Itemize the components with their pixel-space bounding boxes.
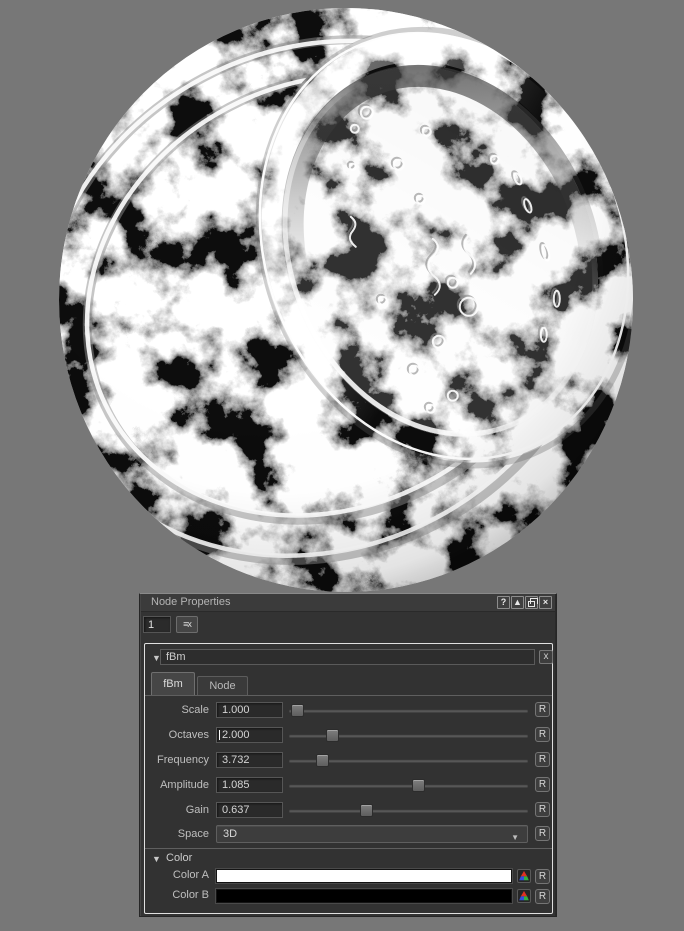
color-swatch[interactable] [216,889,512,903]
param-value: 3.732 [222,754,250,766]
param-label: Frequency [157,754,209,766]
color-section: ▼ Color Color A R Color B R [145,848,552,913]
param-slider[interactable] [289,754,528,767]
chevron-down-icon: ▼ [511,833,519,842]
param-value: 0.637 [222,804,250,816]
reset-button[interactable]: R [535,702,550,717]
color-label: Color A [172,869,209,881]
reset-button[interactable]: R [535,727,550,742]
node-picker-button[interactable]: ≡x [176,616,198,633]
color-label: Color B [172,889,209,901]
remove-node-button[interactable]: x [539,650,553,664]
param-value-input[interactable]: 1.000 [216,702,283,718]
param-value: 1.000 [222,704,250,716]
color-section-header: Color [166,852,193,864]
collapse-arrow-icon[interactable]: ▼ [152,854,161,864]
tab-node[interactable]: Node [197,676,248,695]
slider-handle[interactable] [326,729,339,742]
param-slider[interactable] [289,704,528,717]
slider-handle[interactable] [291,704,304,717]
param-label: Octaves [168,729,209,741]
fbm-node-panel: ▼ x fBmNode Scale1.000ROctaves2.000RFreq… [144,643,553,914]
param-row-space: Space 3D ▼ R [145,825,552,850]
reset-button[interactable]: R [535,752,550,767]
viewport-background: Node Properties ?▲ × ≡x ▼ x fBmNode Scale… [0,0,684,931]
reset-button[interactable]: R [535,869,550,884]
param-value-input[interactable]: 1.085 [216,777,283,793]
param-row-scale: Scale 1.000 R [145,702,552,727]
color-picker-button[interactable] [517,869,531,883]
color-row-a: Color A R [145,869,552,889]
float-button[interactable] [525,596,538,609]
color-row-b: Color B R [145,889,552,909]
param-row-amplitude: Amplitude 1.085 R [145,777,552,802]
space-dropdown-value: 3D [223,828,238,840]
text-cursor [219,730,220,740]
rgb-triangle-icon [519,871,529,881]
param-row-octaves: Octaves 2.000 R [145,727,552,752]
node-name-input[interactable] [160,649,535,665]
param-value-input[interactable]: 3.732 [216,752,283,768]
tab-fbm[interactable]: fBm [151,672,195,695]
slider-handle[interactable] [360,804,373,817]
param-value: 1.085 [222,779,250,791]
slider-handle[interactable] [316,754,329,767]
param-slider[interactable] [289,779,528,792]
param-label: Amplitude [160,779,209,791]
color-swatch[interactable] [216,869,512,883]
param-label: Scale [181,704,209,716]
restore-icon [528,597,538,607]
param-slider[interactable] [289,804,528,817]
param-row-gain: Gain 0.637 R [145,802,552,827]
color-picker-button[interactable] [517,889,531,903]
reset-button[interactable]: R [535,889,550,904]
param-label: Gain [185,804,209,816]
param-label: Space [177,828,209,840]
param-value-input[interactable]: 2.000 [216,727,283,743]
param-value: 2.000 [222,729,250,741]
close-button[interactable]: × [539,596,552,609]
tab-bar: fBm Node [145,672,552,695]
space-dropdown[interactable]: 3D ▼ [216,825,528,843]
node-properties-window: Node Properties ?▲ × ≡x ▼ x fBmNode Scale… [139,593,557,917]
param-slider[interactable] [289,729,528,742]
maximize-button[interactable]: ▲ [511,596,524,609]
shader-ball-preview [37,8,633,592]
reset-button[interactable]: R [535,802,550,817]
reset-button[interactable]: R [535,826,550,841]
param-value-input[interactable]: 0.637 [216,802,283,818]
help-button[interactable]: ? [497,596,510,609]
param-row-frequency: Frequency 3.732 R [145,752,552,777]
window-titlebar[interactable]: Node Properties ? ▲ × [141,594,555,612]
rgb-triangle-icon [519,891,529,901]
node-index-input[interactable] [143,616,171,633]
window-title: Node Properties [151,596,231,608]
slider-handle[interactable] [412,779,425,792]
reset-button[interactable]: R [535,777,550,792]
titlebar-buttons: ? ▲ × [496,596,552,609]
